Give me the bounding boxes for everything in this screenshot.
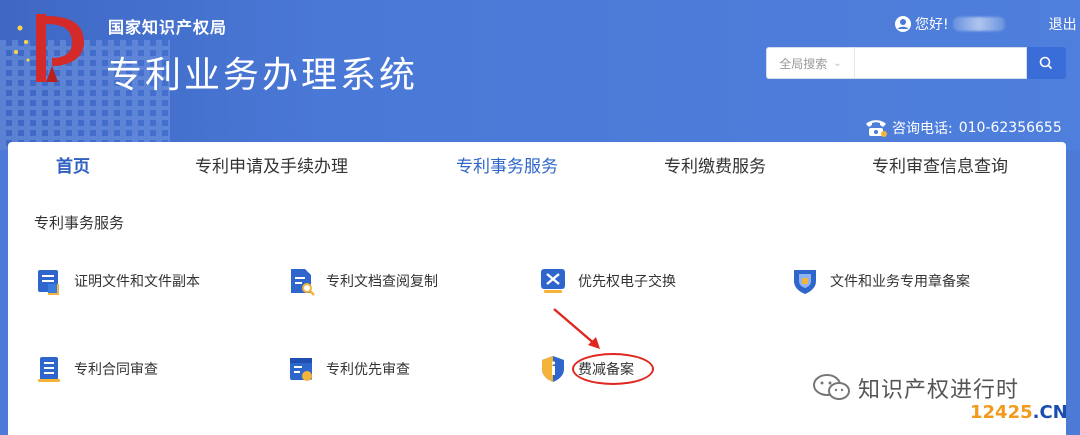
user-name[interactable] — [952, 17, 1005, 31]
exchange-icon — [541, 269, 565, 293]
watermark-text: 知识产权进行时 — [858, 378, 1020, 403]
nav-patent-affairs[interactable]: 专利事务服务 — [456, 152, 558, 177]
main-nav: 首页 专利申请及手续办理 专利事务服务 专利缴费服务 专利审查信息查询 — [8, 142, 1066, 186]
search-scope-label: 全局搜索 — [779, 56, 828, 71]
wechat-icon — [813, 374, 850, 400]
annotation-ellipse — [572, 353, 654, 385]
service-label: 证明文件和文件副本 — [74, 274, 200, 290]
nav-patent-fees[interactable]: 专利缴费服务 — [664, 152, 766, 177]
search-input[interactable] — [853, 47, 1027, 79]
user-area: 您好! 退出 — [895, 14, 1077, 34]
service-document-inspection[interactable]: 专利文档查阅复制 — [286, 266, 438, 296]
document-search-icon — [291, 269, 315, 296]
service-contract-review[interactable]: 专利合同审查 — [34, 354, 158, 384]
logout-link[interactable]: 退出 — [1049, 14, 1077, 34]
contract-icon — [38, 357, 60, 382]
section-title: 专利事务服务 — [34, 214, 125, 232]
nav-patent-examination-query[interactable]: 专利审查信息查询 — [872, 152, 1008, 177]
watermark-brand: 12425.CN — [970, 402, 1068, 423]
telephone-icon — [866, 120, 887, 137]
document-copy-icon — [38, 270, 59, 295]
search-button[interactable] — [1026, 47, 1066, 79]
cnipa-logo — [14, 14, 84, 82]
system-title: 专利业务办理系统 — [106, 55, 419, 96]
org-name: 国家知识产权局 — [108, 18, 228, 37]
brand-suffix: .CN — [1032, 402, 1068, 423]
search-icon — [1040, 56, 1053, 70]
annotation-arrow — [553, 308, 600, 349]
service-label: 专利合同审查 — [74, 362, 158, 378]
user-icon — [895, 16, 911, 32]
seal-shield-icon — [794, 270, 816, 294]
global-search: 全局搜索 ⌄ — [766, 47, 1066, 79]
hotline-label: 咨询电话: — [892, 121, 953, 137]
priority-review-icon — [290, 358, 312, 381]
hotline: 咨询电话: 010-62356655 — [864, 118, 1062, 138]
brand-number: 12425 — [970, 402, 1033, 423]
header: 国家知识产权局 专利业务办理系统 您好! 退出 全局搜索 ⌄ 咨询电话: 010… — [0, 0, 1080, 150]
service-label: 优先权电子交换 — [578, 274, 676, 290]
search-scope-select[interactable]: 全局搜索 ⌄ — [766, 47, 854, 79]
service-priority-examination[interactable]: 专利优先审查 — [286, 354, 410, 384]
service-label: 文件和业务专用章备案 — [830, 274, 970, 290]
nav-home[interactable]: 首页 — [56, 152, 90, 177]
service-label: 专利文档查阅复制 — [326, 274, 438, 290]
fee-reduction-shield-icon — [542, 356, 564, 382]
greeting: 您好! — [915, 17, 949, 33]
nav-patent-application[interactable]: 专利申请及手续办理 — [195, 152, 348, 177]
service-label: 专利优先审查 — [326, 362, 410, 378]
hotline-number: 010-62356655 — [958, 120, 1062, 136]
chevron-down-icon: ⌄ — [833, 57, 842, 69]
service-priority-exchange[interactable]: 优先权电子交换 — [538, 266, 676, 296]
service-certificate-documents[interactable]: 证明文件和文件副本 — [34, 266, 200, 296]
service-seal-filing[interactable]: 文件和业务专用章备案 — [790, 266, 970, 296]
